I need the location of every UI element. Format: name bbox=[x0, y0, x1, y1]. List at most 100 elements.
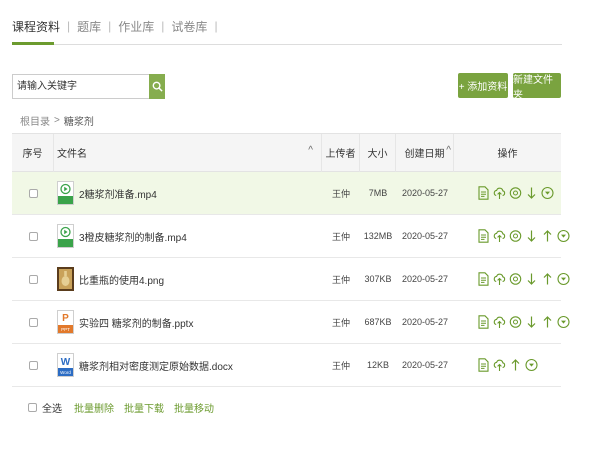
cloud-upload-icon[interactable] bbox=[493, 186, 506, 201]
svg-text:P: P bbox=[62, 313, 69, 324]
sort-filename-icon[interactable]: ^ bbox=[308, 145, 313, 156]
breadcrumb-root[interactable]: 根目录 bbox=[20, 113, 50, 128]
view-file-icon[interactable] bbox=[477, 272, 490, 287]
file-name-link[interactable]: 2糖浆剂准备.mp4 bbox=[79, 186, 157, 201]
search-button[interactable] bbox=[149, 74, 165, 99]
header-uploader: 上传者 bbox=[322, 133, 360, 172]
cloud-upload-icon[interactable] bbox=[493, 315, 506, 330]
breadcrumb-separator: > bbox=[54, 115, 60, 126]
share-icon[interactable] bbox=[509, 186, 522, 201]
table-row[interactable]: 比重瓶的使用4.png 王仲 307KB 2020-05-27 bbox=[12, 258, 570, 301]
cloud-upload-icon[interactable] bbox=[493, 272, 506, 287]
date-cell: 2020-05-27 bbox=[401, 231, 449, 241]
share-icon[interactable] bbox=[509, 315, 522, 330]
row-checkbox[interactable] bbox=[28, 188, 38, 198]
table-row[interactable]: P PPT 实验四 糖浆剂的制备.pptx 王仲 687KB 2020-05-2… bbox=[12, 301, 570, 344]
svg-text:PPT: PPT bbox=[61, 327, 70, 332]
table-row[interactable]: W Word 糖浆剂相对密度测定原始数据.docx 王仲 12KB 2020-0… bbox=[12, 344, 561, 387]
cloud-upload-icon[interactable] bbox=[493, 358, 506, 373]
row-checkbox[interactable] bbox=[28, 360, 38, 370]
move-up-icon[interactable] bbox=[509, 358, 522, 373]
select-all-label[interactable]: 全选 bbox=[42, 400, 62, 415]
move-down-icon[interactable] bbox=[525, 315, 538, 330]
view-file-icon[interactable] bbox=[477, 186, 490, 201]
search-icon bbox=[152, 81, 163, 92]
ppt-file-icon: P PPT bbox=[57, 310, 74, 334]
view-file-icon[interactable] bbox=[477, 315, 490, 330]
table-header: 序号 文件名 ^ 上传者 大小 创建日期 ^ 操作 bbox=[12, 133, 561, 172]
move-down-icon[interactable] bbox=[525, 272, 538, 287]
size-cell: 12KB bbox=[366, 360, 390, 370]
tab-divider bbox=[12, 44, 562, 45]
batch-actions-bar: 全选 批量删除 批量下载 批量移动 bbox=[28, 400, 224, 415]
tab-course-materials[interactable]: 课程资料 bbox=[12, 18, 60, 35]
row-checkbox[interactable] bbox=[28, 231, 38, 241]
active-tab-underline bbox=[12, 42, 54, 45]
uploader-cell: 王仲 bbox=[331, 274, 350, 285]
download-icon[interactable] bbox=[557, 229, 570, 244]
file-name-link[interactable]: 糖浆剂相对密度测定原始数据.docx bbox=[79, 358, 233, 373]
uploader-cell: 王仲 bbox=[331, 360, 350, 371]
uploader-cell: 王仲 bbox=[331, 188, 350, 199]
tab-homework-library[interactable]: 作业库 bbox=[118, 18, 154, 35]
header-filename-label: 文件名 bbox=[57, 149, 87, 160]
batch-download-link[interactable]: 批量下载 bbox=[124, 400, 164, 415]
header-index: 序号 bbox=[12, 133, 54, 172]
image-thumbnail-icon bbox=[57, 267, 74, 291]
row-checkbox[interactable] bbox=[28, 274, 38, 284]
uploader-cell: 王仲 bbox=[331, 317, 350, 328]
breadcrumb-current: 糖浆剂 bbox=[63, 117, 94, 128]
move-up-icon[interactable] bbox=[541, 229, 554, 244]
tab-question-bank[interactable]: 题库 bbox=[77, 18, 101, 35]
video-file-icon bbox=[57, 181, 74, 205]
download-icon[interactable] bbox=[557, 272, 570, 287]
search-box bbox=[12, 74, 165, 99]
view-file-icon[interactable] bbox=[477, 229, 490, 244]
tab-exam-library[interactable]: 试卷库 bbox=[171, 18, 207, 35]
move-up-icon[interactable] bbox=[541, 315, 554, 330]
tab-separator: | bbox=[161, 19, 165, 33]
tab-separator: | bbox=[108, 19, 112, 33]
size-cell: 132MB bbox=[363, 231, 393, 241]
uploader-cell: 王仲 bbox=[331, 231, 350, 242]
batch-move-link[interactable]: 批量移动 bbox=[174, 400, 214, 415]
date-cell: 2020-05-27 bbox=[401, 360, 449, 370]
share-icon[interactable] bbox=[509, 272, 522, 287]
video-file-icon bbox=[57, 224, 74, 248]
download-icon[interactable] bbox=[541, 186, 554, 201]
view-file-icon[interactable] bbox=[477, 358, 490, 373]
table-row[interactable]: 2糖浆剂准备.mp4 王仲 7MB 2020-05-27 bbox=[12, 172, 561, 215]
sort-date-icon[interactable]: ^ bbox=[446, 145, 451, 156]
move-up-icon[interactable] bbox=[541, 272, 554, 287]
new-folder-button[interactable]: 新建文件夹 bbox=[513, 73, 561, 101]
share-icon[interactable] bbox=[509, 229, 522, 244]
date-cell: 2020-05-27 bbox=[401, 188, 449, 198]
add-material-button[interactable]: + 添加资料 bbox=[458, 73, 508, 98]
move-down-icon[interactable] bbox=[525, 186, 538, 201]
cloud-upload-icon[interactable] bbox=[493, 229, 506, 244]
date-cell: 2020-05-27 bbox=[401, 274, 449, 284]
header-date-label: 创建日期 bbox=[404, 149, 445, 160]
file-name-link[interactable]: 3橙皮糖浆剂的制备.mp4 bbox=[79, 229, 187, 244]
word-file-icon: W Word bbox=[57, 353, 74, 377]
file-name-link[interactable]: 比重瓶的使用4.png bbox=[79, 272, 164, 287]
header-size: 大小 bbox=[360, 133, 396, 172]
svg-text:W: W bbox=[61, 357, 71, 368]
header-actions: 操作 bbox=[497, 149, 518, 160]
download-icon[interactable] bbox=[557, 315, 570, 330]
table-row[interactable]: 3橙皮糖浆剂的制备.mp4 王仲 132MB 2020-05-27 bbox=[12, 215, 570, 258]
header-date[interactable]: 创建日期 ^ bbox=[396, 133, 454, 172]
row-checkbox[interactable] bbox=[28, 317, 38, 327]
search-input[interactable] bbox=[12, 74, 149, 99]
select-all-checkbox[interactable] bbox=[28, 403, 37, 412]
file-name-link[interactable]: 实验四 糖浆剂的制备.pptx bbox=[79, 315, 193, 330]
tab-bar: 课程资料 | 题库 | 作业库 | 试卷库 | bbox=[12, 16, 225, 36]
date-cell: 2020-05-27 bbox=[401, 317, 449, 327]
size-cell: 687KB bbox=[364, 317, 392, 327]
size-cell: 7MB bbox=[368, 188, 388, 198]
move-down-icon[interactable] bbox=[525, 229, 538, 244]
download-icon[interactable] bbox=[525, 358, 538, 373]
size-cell: 307KB bbox=[364, 274, 392, 284]
header-filename[interactable]: 文件名 ^ bbox=[54, 133, 322, 172]
batch-delete-link[interactable]: 批量删除 bbox=[74, 400, 114, 415]
